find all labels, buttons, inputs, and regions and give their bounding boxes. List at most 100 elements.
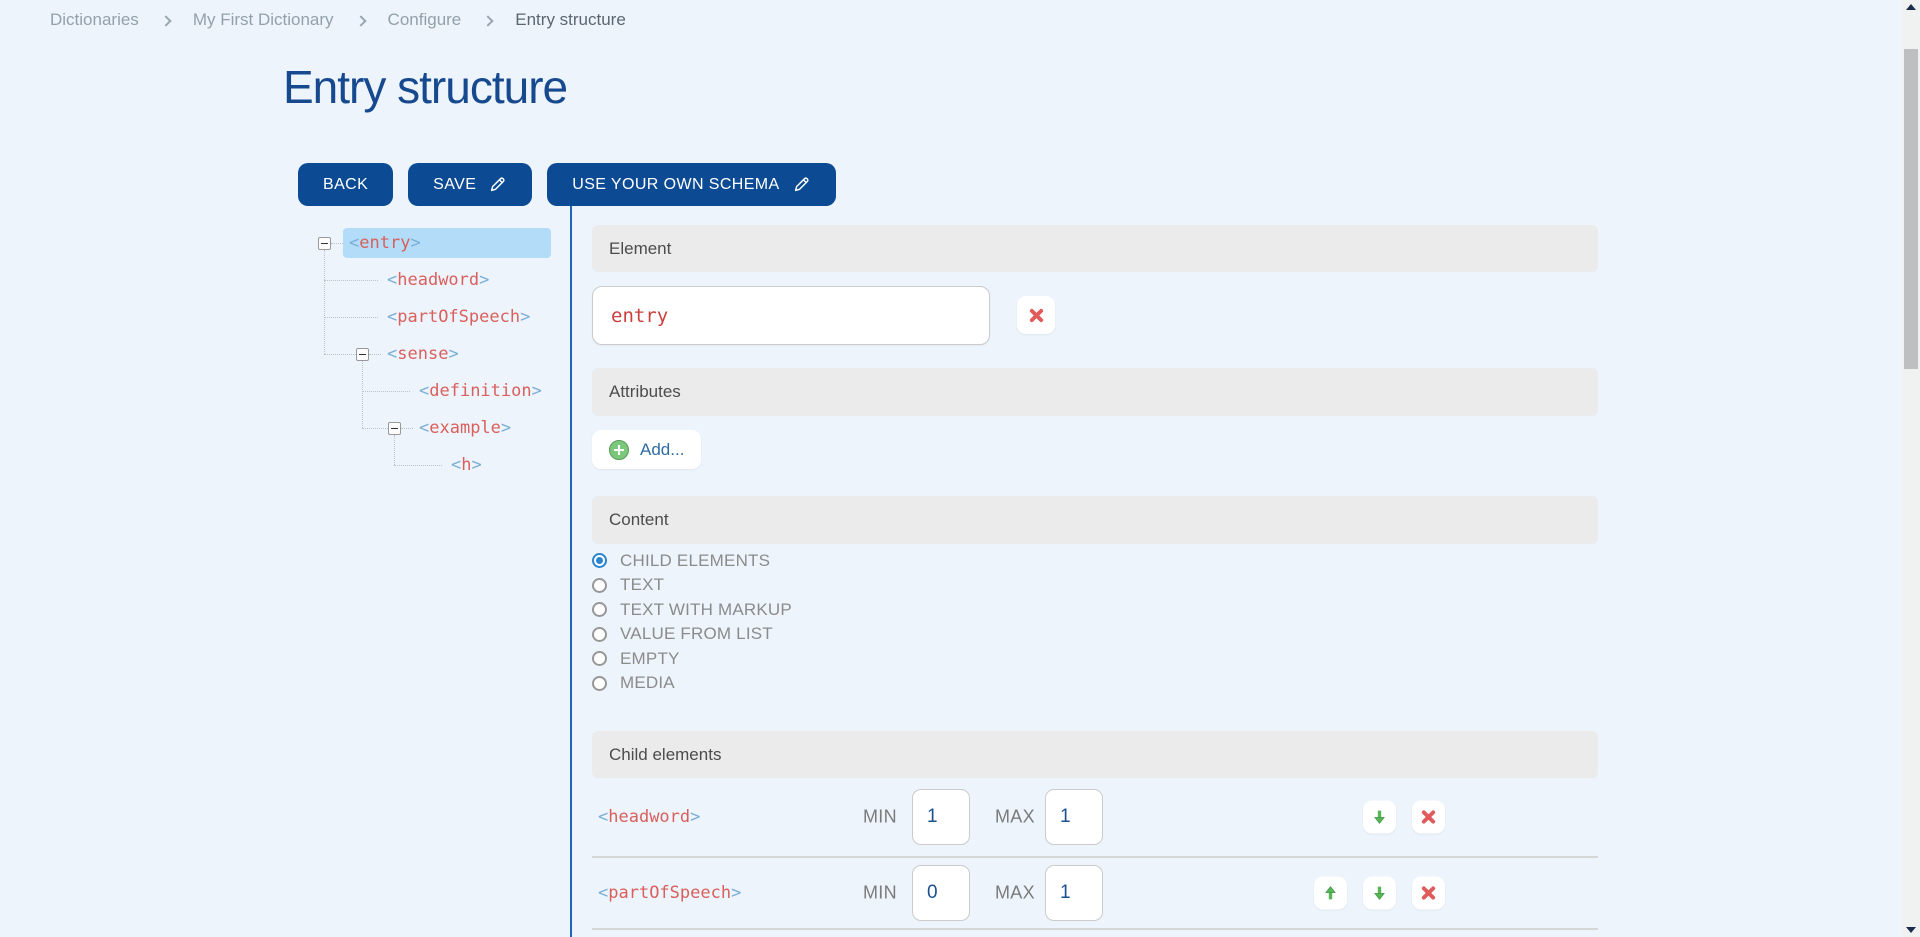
- scroll-down-icon[interactable]: [1906, 927, 1916, 933]
- bracket: >: [410, 233, 420, 253]
- bracket: <: [598, 807, 608, 827]
- tree-node-partofspeech[interactable]: <partOfSpeech>: [381, 299, 538, 335]
- element-name-input[interactable]: [592, 286, 990, 345]
- bracket: <: [349, 233, 359, 253]
- delete-element-button[interactable]: [1017, 296, 1055, 334]
- max-input[interactable]: [1045, 865, 1103, 921]
- min-label: MIN: [863, 883, 897, 904]
- bracket: <: [419, 418, 429, 438]
- tree-node-entry[interactable]: <entry>: [343, 225, 551, 261]
- scrollbar-thumb[interactable]: [1904, 49, 1918, 369]
- breadcrumb-dictionary[interactable]: My First Dictionary: [193, 10, 334, 30]
- tree-node-label: sense: [397, 344, 448, 364]
- radio-label: TEXT: [620, 575, 664, 595]
- back-button-label: BACK: [323, 176, 368, 194]
- child-element-name: partOfSpeech: [608, 883, 731, 903]
- content-type-radio-group: CHILD ELEMENTS TEXT TEXT WITH MARKUP VAL…: [592, 552, 792, 692]
- scrollbar-track[interactable]: [1902, 0, 1920, 937]
- tree-node-label: definition: [429, 381, 531, 401]
- child-elements-section-title: Child elements: [609, 745, 721, 765]
- move-down-button[interactable]: [1363, 801, 1396, 834]
- element-config-panel: Element Attributes Add... Content CHILD …: [592, 225, 1598, 937]
- radio-label: MEDIA: [620, 673, 675, 693]
- arrow-up-icon: [1322, 885, 1339, 902]
- child-element-tag: <partOfSpeech>: [598, 883, 741, 903]
- tree-connector: [331, 243, 343, 244]
- collapse-icon[interactable]: [318, 237, 331, 250]
- radio-child-elements[interactable]: CHILD ELEMENTS: [592, 552, 792, 569]
- tree-connector: [394, 465, 442, 466]
- element-section-header: Element: [592, 225, 1598, 272]
- delete-child-button[interactable]: [1412, 877, 1445, 910]
- tree-node-sense[interactable]: <sense>: [381, 336, 467, 372]
- tree-node-label: h: [461, 455, 471, 475]
- child-elements-section-header: Child elements: [592, 731, 1598, 778]
- move-up-button[interactable]: [1314, 877, 1347, 910]
- bracket: >: [479, 270, 489, 290]
- collapse-icon[interactable]: [388, 422, 401, 435]
- move-down-button[interactable]: [1363, 877, 1396, 910]
- radio-label: EMPTY: [620, 649, 680, 669]
- max-input[interactable]: [1045, 789, 1103, 845]
- bracket: <: [419, 381, 429, 401]
- radio-value-from-list[interactable]: VALUE FROM LIST: [592, 626, 792, 643]
- pencil-icon: [488, 175, 507, 194]
- radio-label: CHILD ELEMENTS: [620, 551, 770, 571]
- breadcrumb-dictionaries[interactable]: Dictionaries: [50, 10, 139, 30]
- content-section-title: Content: [609, 510, 669, 530]
- radio-media[interactable]: MEDIA: [592, 675, 792, 692]
- min-label: MIN: [863, 807, 897, 828]
- toolbar: BACK SAVE USE YOUR OWN SCHEMA: [298, 163, 836, 206]
- breadcrumb-entry-structure: Entry structure: [515, 10, 626, 30]
- tree-node-definition[interactable]: <definition>: [413, 373, 550, 409]
- radio-label: TEXT WITH MARKUP: [620, 600, 792, 620]
- delete-icon: [1028, 307, 1045, 324]
- radio-text-with-markup[interactable]: TEXT WITH MARKUP: [592, 601, 792, 618]
- bracket: >: [520, 307, 530, 327]
- add-attribute-button[interactable]: Add...: [592, 430, 701, 469]
- chevron-right-icon: [483, 15, 494, 26]
- tree-connector: [401, 428, 413, 429]
- tree-node-example[interactable]: <example>: [413, 410, 519, 446]
- tree-connector: [324, 280, 378, 281]
- page-title: Entry structure: [283, 60, 567, 114]
- back-button[interactable]: BACK: [298, 163, 393, 206]
- child-element-row-headword: <headword> MIN MAX: [592, 778, 1598, 858]
- radio-label: VALUE FROM LIST: [620, 624, 773, 644]
- radio-empty[interactable]: EMPTY: [592, 650, 792, 667]
- min-input[interactable]: [912, 865, 970, 921]
- radio-icon: [592, 651, 607, 666]
- bracket: <: [387, 270, 397, 290]
- element-tree: <entry> <headword> <partOfSpeech> <sense…: [318, 224, 568, 494]
- scroll-up-icon[interactable]: [1906, 4, 1916, 10]
- attributes-section-title: Attributes: [609, 382, 681, 402]
- breadcrumb: Dictionaries My First Dictionary Configu…: [50, 8, 626, 32]
- bracket: <: [451, 455, 461, 475]
- tree-node-h[interactable]: <h>: [445, 447, 490, 483]
- delete-child-button[interactable]: [1412, 801, 1445, 834]
- radio-text[interactable]: TEXT: [592, 577, 792, 594]
- add-attribute-label: Add...: [640, 440, 684, 460]
- save-button[interactable]: SAVE: [408, 163, 532, 206]
- bracket: >: [501, 418, 511, 438]
- tree-node-headword[interactable]: <headword>: [381, 262, 497, 298]
- chevron-right-icon: [355, 15, 366, 26]
- tree-node-label: entry: [359, 233, 410, 253]
- tree-connector: [369, 354, 381, 355]
- bracket: >: [448, 344, 458, 364]
- pencil-icon: [792, 175, 811, 194]
- use-your-own-schema-button[interactable]: USE YOUR OWN SCHEMA: [547, 163, 835, 206]
- breadcrumb-configure[interactable]: Configure: [388, 10, 462, 30]
- radio-icon: [592, 602, 607, 617]
- delete-icon: [1420, 885, 1437, 902]
- child-element-tag: <headword>: [598, 807, 700, 827]
- collapse-icon[interactable]: [356, 348, 369, 361]
- delete-icon: [1420, 809, 1437, 826]
- tree-connector: [362, 391, 410, 392]
- min-input[interactable]: [912, 789, 970, 845]
- plus-icon: [609, 440, 629, 460]
- tree-node-label: headword: [397, 270, 479, 290]
- bracket: <: [387, 307, 397, 327]
- max-label: MAX: [995, 807, 1035, 828]
- arrow-down-icon: [1371, 885, 1388, 902]
